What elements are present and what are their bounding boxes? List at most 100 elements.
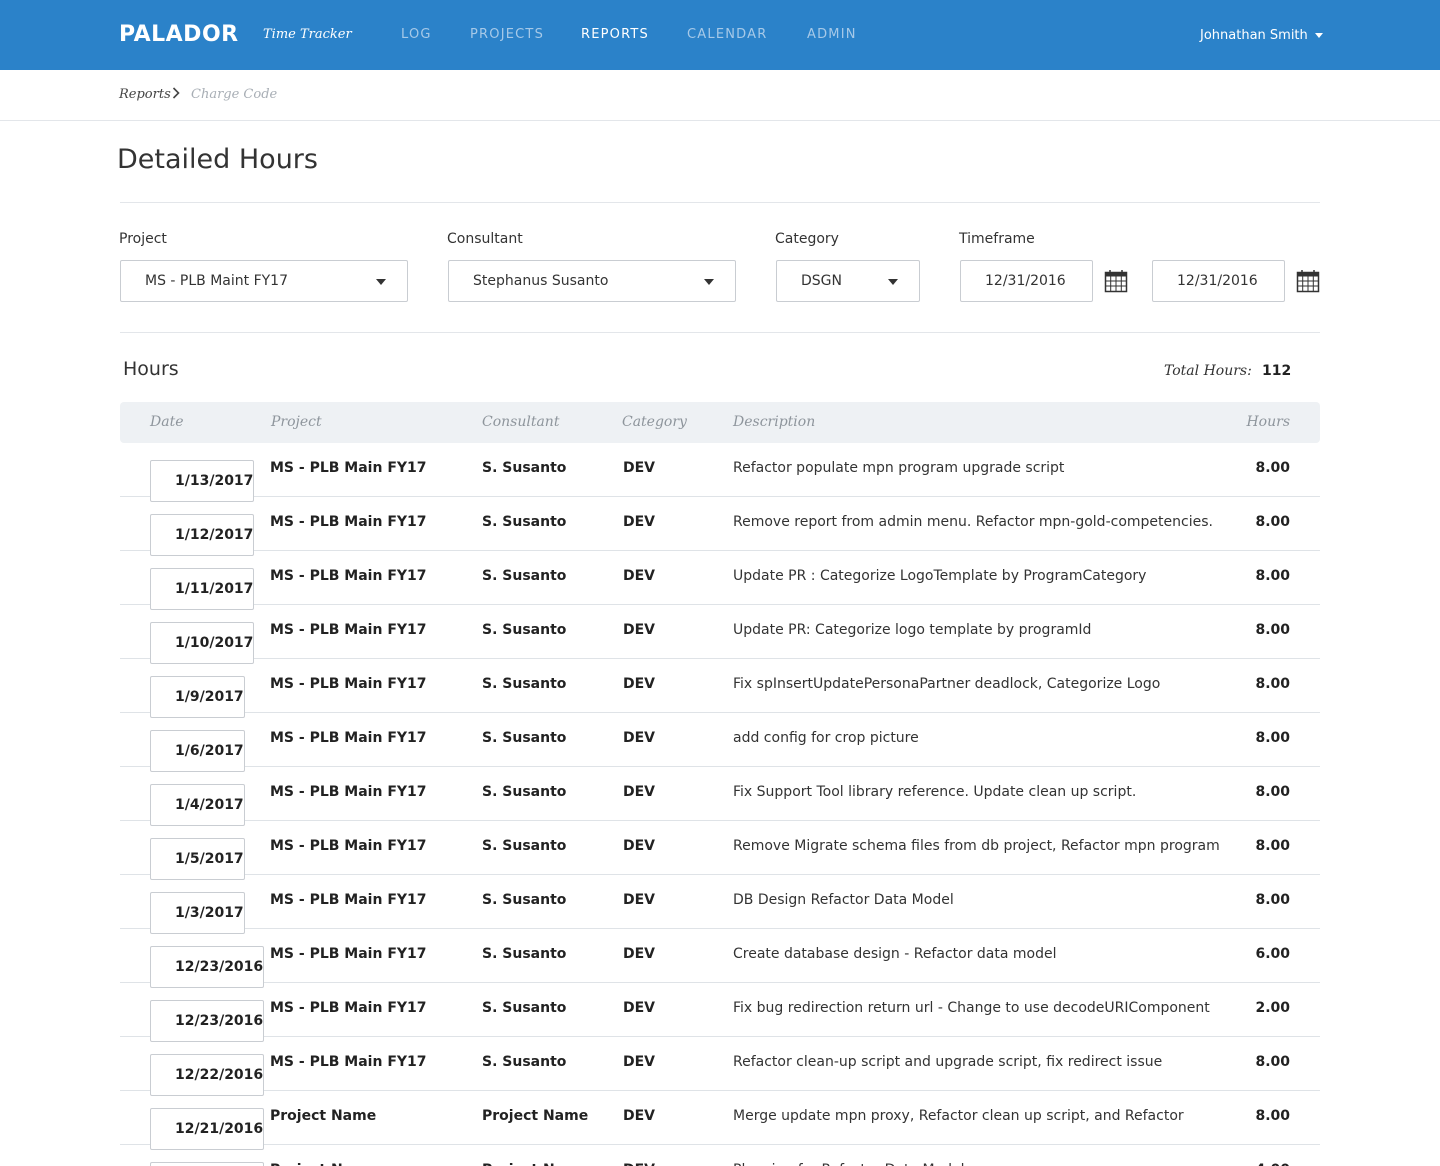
consultant-select-value: Stephanus Susanto xyxy=(473,273,609,289)
row-consultant: S. Susanto xyxy=(482,568,567,584)
project-select[interactable]: MS - PLB Maint FY17 xyxy=(120,260,408,302)
table-row[interactable]: 12/22/2016 MS - PLB Main FY17 S. Susanto DE… xyxy=(120,1037,1320,1096)
consultant-select[interactable]: Stephanus Susanto xyxy=(448,260,736,302)
row-category: DEV xyxy=(623,1108,656,1124)
row-category: DEV xyxy=(623,946,656,962)
row-category: DEV xyxy=(623,568,656,584)
row-date: 1/6/2017 xyxy=(150,730,245,772)
user-menu[interactable]: Johnathan Smith xyxy=(1200,28,1323,43)
row-consultant: Project Name xyxy=(482,1108,589,1124)
row-description: Create database design - Refactor data m… xyxy=(733,946,1057,962)
row-consultant: S. Susanto xyxy=(482,946,567,962)
row-project: Project Name xyxy=(270,1162,376,1166)
column-header-date[interactable]: Date xyxy=(150,414,183,430)
table-row[interactable]: 1/6/2017 MS - PLB Main FY17 S. Susanto DEV a… xyxy=(120,713,1320,772)
table-row[interactable]: 1/11/2017 MS - PLB Main FY17 S. Susanto DEV… xyxy=(120,551,1320,610)
table-row[interactable]: 12/23/2016 MS - PLB Main FY17 S. Susanto DE… xyxy=(120,983,1320,1042)
row-hours: 8.00 xyxy=(1255,622,1290,638)
table-row[interactable]: 12/23/2016 MS - PLB Main FY17 S. Susanto DE… xyxy=(120,929,1320,988)
row-date: 12/20/2016 xyxy=(150,1162,265,1166)
row-hours: 8.00 xyxy=(1255,1054,1290,1070)
row-category: DEV xyxy=(623,622,656,638)
calendar-icon[interactable] xyxy=(1296,269,1320,293)
row-description: Planning for Refactor Data Model xyxy=(733,1162,965,1166)
table-header: Date Project Consultant Category Descrip… xyxy=(120,402,1320,443)
brand-logo[interactable]: PALADOR xyxy=(119,22,239,47)
table-row[interactable]: 1/9/2017 MS - PLB Main FY17 S. Susanto DEV F… xyxy=(120,659,1320,718)
table-row[interactable]: 1/13/2017 MS - PLB Main FY17 S. Susanto DEV… xyxy=(120,443,1320,502)
row-project: MS - PLB Main FY17 xyxy=(270,1000,427,1016)
nav-admin[interactable]: ADMIN xyxy=(807,27,857,42)
row-consultant: S. Susanto xyxy=(482,622,567,638)
page-title: Detailed Hours xyxy=(117,144,318,175)
row-date: 1/5/2017 xyxy=(150,838,245,880)
row-consultant: S. Susanto xyxy=(482,892,567,908)
row-consultant: S. Susanto xyxy=(482,1000,567,1016)
table-row[interactable]: 1/4/2017 MS - PLB Main FY17 S. Susanto DEV F… xyxy=(120,767,1320,826)
table-row[interactable]: 1/3/2017 MS - PLB Main FY17 S. Susanto DEV D… xyxy=(120,875,1320,934)
column-header-consultant[interactable]: Consultant xyxy=(482,414,559,430)
row-date: 1/11/2017 xyxy=(150,568,255,610)
row-description: Refactor populate mpn program upgrade sc… xyxy=(733,460,1065,476)
row-description: Remove Migrate schema files from db proj… xyxy=(733,838,1220,854)
row-consultant: S. Susanto xyxy=(482,838,567,854)
column-header-hours[interactable]: Hours xyxy=(1246,414,1290,430)
nav-calendar[interactable]: CALENDAR xyxy=(687,27,767,42)
row-consultant: S. Susanto xyxy=(482,730,567,746)
breadcrumb: Reports Charge Code xyxy=(0,70,1440,121)
calendar-icon[interactable] xyxy=(1104,269,1128,293)
row-description: Fix spInsertUpdatePersonaPartner deadloc… xyxy=(733,676,1161,692)
column-header-category[interactable]: Category xyxy=(622,414,687,430)
row-project: MS - PLB Main FY17 xyxy=(270,568,427,584)
row-category: DEV xyxy=(623,1054,656,1070)
row-project: MS - PLB Main FY17 xyxy=(270,838,427,854)
row-hours: 8.00 xyxy=(1255,676,1290,692)
nav-projects[interactable]: PROJECTS xyxy=(470,27,544,42)
top-navigation-bar: PALADOR Time Tracker LOG PROJECTS REPORT… xyxy=(0,0,1440,70)
row-hours: 8.00 xyxy=(1255,730,1290,746)
row-project: MS - PLB Main FY17 xyxy=(270,946,427,962)
row-project: MS - PLB Main FY17 xyxy=(270,730,427,746)
divider xyxy=(120,332,1320,333)
table-row[interactable]: 1/5/2017 MS - PLB Main FY17 S. Susanto DEV R… xyxy=(120,821,1320,880)
row-date: 12/23/2016 xyxy=(150,1000,265,1042)
row-hours: 6.00 xyxy=(1255,946,1290,962)
row-hours: 2.00 xyxy=(1255,1000,1290,1016)
row-consultant: S. Susanto xyxy=(482,676,567,692)
row-description: Merge update mpn proxy, Refactor clean u… xyxy=(733,1108,1184,1124)
table-row[interactable]: 12/21/2016 Project Name Project Name DEV Mer… xyxy=(120,1091,1320,1150)
column-header-description[interactable]: Description xyxy=(733,414,815,430)
row-category: DEV xyxy=(623,892,656,908)
app-name: Time Tracker xyxy=(263,27,352,42)
row-category: DEV xyxy=(623,784,656,800)
row-category: DEV xyxy=(623,460,656,476)
row-hours: 8.00 xyxy=(1255,892,1290,908)
row-consultant: S. Susanto xyxy=(482,460,567,476)
row-consultant: Project Name xyxy=(482,1162,588,1166)
divider xyxy=(120,202,1320,203)
table-row[interactable]: 12/20/2016 Project Name Project Name DEV Pla… xyxy=(120,1145,1320,1166)
nav-log[interactable]: LOG xyxy=(401,27,432,42)
row-date: 1/4/2017 xyxy=(150,784,245,826)
timeframe-label: Timeframe xyxy=(959,231,1035,247)
breadcrumb-reports[interactable]: Reports xyxy=(119,87,171,102)
project-select-value: MS - PLB Maint FY17 xyxy=(145,273,288,289)
table-row[interactable]: 1/12/2017 MS - PLB Main FY17 S. Susanto DEV… xyxy=(120,497,1320,556)
nav-reports[interactable]: REPORTS xyxy=(581,27,649,42)
category-select[interactable]: DSGN xyxy=(776,260,920,302)
row-category: DEV xyxy=(623,1162,655,1166)
dropdown-arrow-icon xyxy=(888,279,898,285)
row-date: 12/22/2016 xyxy=(150,1054,265,1096)
row-description: Refactor clean-up script and upgrade scr… xyxy=(733,1054,1163,1070)
timeframe-end-input[interactable]: 12/31/2016 xyxy=(1152,260,1285,302)
timeframe-start-input[interactable]: 12/31/2016 xyxy=(960,260,1093,302)
category-label: Category xyxy=(775,231,839,247)
row-consultant: S. Susanto xyxy=(482,784,567,800)
row-description: DB Design Refactor Data Model xyxy=(733,892,954,908)
row-category: DEV xyxy=(623,838,656,854)
breadcrumb-charge-code: Charge Code xyxy=(191,87,278,102)
table-row[interactable]: 1/10/2017 MS - PLB Main FY17 S. Susanto DEV… xyxy=(120,605,1320,664)
row-hours: 8.00 xyxy=(1255,514,1290,530)
project-label: Project xyxy=(119,231,167,247)
column-header-project[interactable]: Project xyxy=(271,414,322,430)
